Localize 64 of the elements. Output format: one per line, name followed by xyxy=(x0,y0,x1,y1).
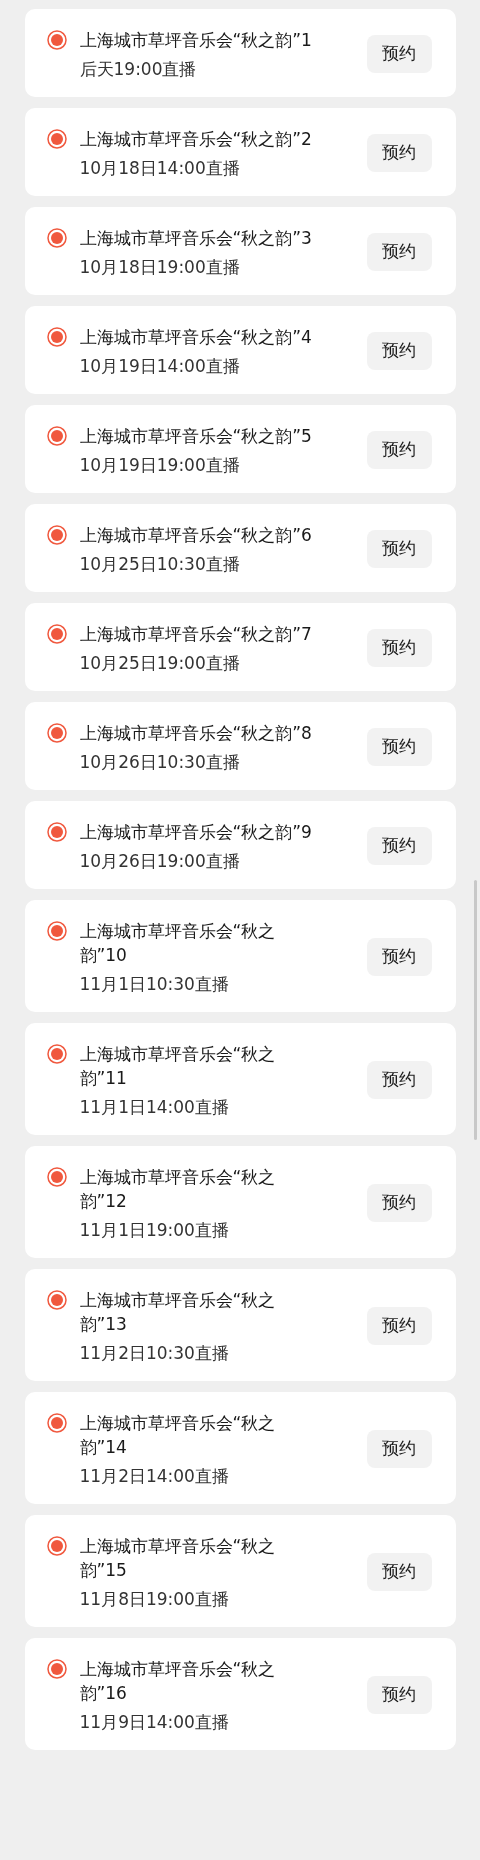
reserve-button[interactable]: 预约 xyxy=(366,728,432,766)
event-time: 10月26日10:30直播 xyxy=(79,751,241,773)
event-time: 10月19日19:00直播 xyxy=(79,454,241,476)
event-time: 10月19日14:00直播 xyxy=(79,355,241,377)
event-title: 上海城市草坪音乐会“秋之韵”9 xyxy=(79,821,313,844)
live-record-icon xyxy=(46,1659,67,1679)
event-title: 上海城市草坪音乐会“秋之韵”14 xyxy=(79,1412,277,1459)
live-record-icon xyxy=(46,723,67,743)
event-title: 上海城市草坪音乐会“秋之韵”12 xyxy=(79,1166,277,1213)
reserve-button[interactable]: 预约 xyxy=(366,233,432,271)
reserve-button[interactable]: 预约 xyxy=(366,1184,432,1222)
live-record-icon xyxy=(46,921,67,941)
event-title: 上海城市草坪音乐会“秋之韵”16 xyxy=(79,1658,277,1705)
event-time: 10月25日10:30直播 xyxy=(79,553,241,575)
event-title: 上海城市草坪音乐会“秋之韵”4 xyxy=(79,326,313,349)
event-time: 10月18日19:00直播 xyxy=(79,256,241,278)
reserve-button[interactable]: 预约 xyxy=(366,827,432,865)
live-record-icon xyxy=(46,228,67,248)
reserve-button[interactable]: 预约 xyxy=(366,134,432,172)
event-time: 11月1日14:00直播 xyxy=(79,1096,230,1118)
event-time: 11月8日19:00直播 xyxy=(79,1588,230,1610)
event-title: 上海城市草坪音乐会“秋之韵”3 xyxy=(79,227,313,250)
live-record-icon xyxy=(46,327,67,347)
event-title: 上海城市草坪音乐会“秋之韵”13 xyxy=(79,1289,277,1336)
live-record-icon xyxy=(46,426,67,446)
reserve-button[interactable]: 预约 xyxy=(366,629,432,667)
event-title: 上海城市草坪音乐会“秋之韵”1 xyxy=(79,29,313,52)
reserve-button[interactable]: 预约 xyxy=(366,332,432,370)
reserve-button[interactable]: 预约 xyxy=(366,431,432,469)
reserve-button[interactable]: 预约 xyxy=(366,1061,432,1099)
reserve-button[interactable]: 预约 xyxy=(366,938,432,976)
event-time: 11月1日10:30直播 xyxy=(79,973,230,995)
reserve-button[interactable]: 预约 xyxy=(366,530,432,568)
live-record-icon xyxy=(46,1044,67,1064)
event-time: 后天19:00直播 xyxy=(79,58,198,80)
live-record-icon xyxy=(46,822,67,842)
reserve-button[interactable]: 预约 xyxy=(366,1430,432,1468)
event-title: 上海城市草坪音乐会“秋之韵”7 xyxy=(79,623,313,646)
live-record-icon xyxy=(46,1536,67,1556)
event-time: 10月26日19:00直播 xyxy=(79,850,241,872)
event-time: 10月18日14:00直播 xyxy=(79,157,241,179)
event-time: 11月2日10:30直播 xyxy=(79,1342,230,1364)
live-record-icon xyxy=(46,525,67,545)
event-time: 11月2日14:00直播 xyxy=(79,1465,230,1487)
reserve-button[interactable]: 预约 xyxy=(366,35,432,73)
event-time: 10月25日19:00直播 xyxy=(79,652,241,674)
event-title: 上海城市草坪音乐会“秋之韵”10 xyxy=(79,920,277,967)
reserve-button[interactable]: 预约 xyxy=(366,1676,432,1714)
live-record-icon xyxy=(46,1413,67,1433)
live-record-icon xyxy=(46,30,67,50)
event-title: 上海城市草坪音乐会“秋之韵”8 xyxy=(79,722,313,745)
reserve-button[interactable]: 预约 xyxy=(366,1307,432,1345)
reserve-button[interactable]: 预约 xyxy=(366,1553,432,1591)
live-record-icon xyxy=(46,624,67,644)
event-time: 11月9日14:00直播 xyxy=(79,1711,230,1733)
live-record-icon xyxy=(46,129,67,149)
event-title: 上海城市草坪音乐会“秋之韵”2 xyxy=(79,128,313,151)
live-record-icon xyxy=(46,1290,67,1310)
event-title: 上海城市草坪音乐会“秋之韵”5 xyxy=(79,425,313,448)
event-time: 11月1日19:00直播 xyxy=(79,1219,230,1241)
live-record-icon xyxy=(46,1167,67,1187)
event-title: 上海城市草坪音乐会“秋之韵”11 xyxy=(79,1043,277,1090)
event-title: 上海城市草坪音乐会“秋之韵”6 xyxy=(79,524,313,547)
event-title: 上海城市草坪音乐会“秋之韵”15 xyxy=(79,1535,277,1582)
